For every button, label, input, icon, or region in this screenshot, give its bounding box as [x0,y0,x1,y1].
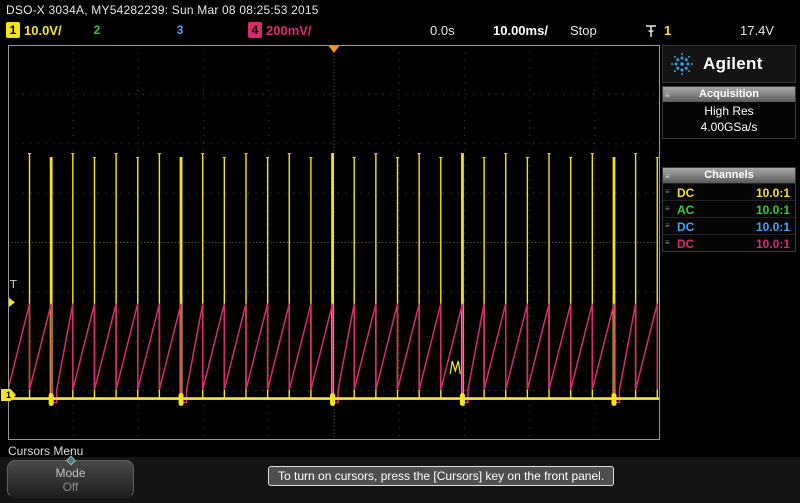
channel4-info-row: ≡ DC 10.0:1 [663,234,795,251]
acquisition-panel: ≡ Acquisition High Res 4.00GSa/s [662,86,796,139]
trigger-mode-icon [645,24,657,44]
trigger-source-readout: 1 [664,23,672,38]
channel4-coupling: DC [677,237,695,251]
waveform-plot: T [8,45,660,440]
channel1-scale: 10.0V/ [24,23,62,38]
acquisition-mode: High Res [704,104,754,118]
horizontal-delay-readout: 0.0s [430,23,455,38]
grip-icon: ≡ [665,187,670,196]
channel2-coupling: AC [677,203,695,217]
grip-icon: ≡ [665,204,670,213]
channel1-info-row: ≡ DC 10.0:1 [663,183,795,200]
channel3-coupling: DC [677,220,695,234]
cursor-hint-message: To turn on cursors, press the [Cursors] … [268,466,615,486]
channel4-badge: 4 [248,22,262,38]
run-state-readout: Stop [570,23,597,38]
agilent-spark-icon [671,53,693,75]
grip-icon: ≡ [665,91,670,100]
channel3-probe-ratio: 10.0:1 [755,220,790,234]
titlebar-text: DSO-X 3034A, MY54282239: Sun Mar 08 08:2… [6,3,319,17]
acquisition-panel-header: ≡ Acquisition [663,87,795,102]
status-row: 1 10.0V/ 2 3 4 200mV/ 0.0s 10.00ms/ Stop… [0,20,800,42]
channel2-badge: 2 [93,23,101,37]
channel1-probe-ratio: 10.0:1 [755,186,790,200]
acquisition-panel-title: Acquisition [699,88,759,100]
sidebar: Agilent ≡ Acquisition High Res 4.00GSa/s… [662,45,796,441]
oscilloscope-screen: DSO-X 3034A, MY54282239: Sun Mar 08 08:2… [0,0,800,503]
brand-logo: Agilent [662,45,796,83]
trigger-level-readout: 17.4V [740,23,774,38]
channels-panel-header: ≡ Channels [663,168,795,183]
channel2-info-row: ≡ AC 10.0:1 [663,200,795,217]
grip-icon: ≡ [665,221,670,230]
channel2-probe-ratio: 10.0:1 [755,203,790,217]
trigger-level-arrow-icon [9,297,15,307]
sample-rate: 4.00GSa/s [700,120,758,134]
trigger-level-marker-label: T [9,278,17,291]
channel3-badge: 3 [176,23,184,37]
channel3-info-row: ≡ DC 10.0:1 [663,217,795,234]
channel4-scale: 200mV/ [266,23,312,38]
channel1-badge: 1 [6,22,20,38]
softkey-label: Mode [55,466,86,480]
brand-name: Agilent [703,54,763,73]
channel4-probe-ratio: 10.0:1 [755,237,790,251]
grip-icon: ≡ [665,172,670,181]
softkey-value: Off [62,480,79,494]
mode-softkey-button[interactable]: Mode Off [7,455,134,498]
trigger-time-marker [328,45,340,53]
timebase-readout: 10.00ms/ [493,23,548,38]
channel1-coupling: DC [677,186,695,200]
grip-icon: ≡ [665,238,670,247]
channels-panel: ≡ Channels ≡ DC 10.0:1 ≡ AC 10.0:1 ≡ DC … [662,167,796,252]
channels-panel-title: Channels [704,169,754,181]
